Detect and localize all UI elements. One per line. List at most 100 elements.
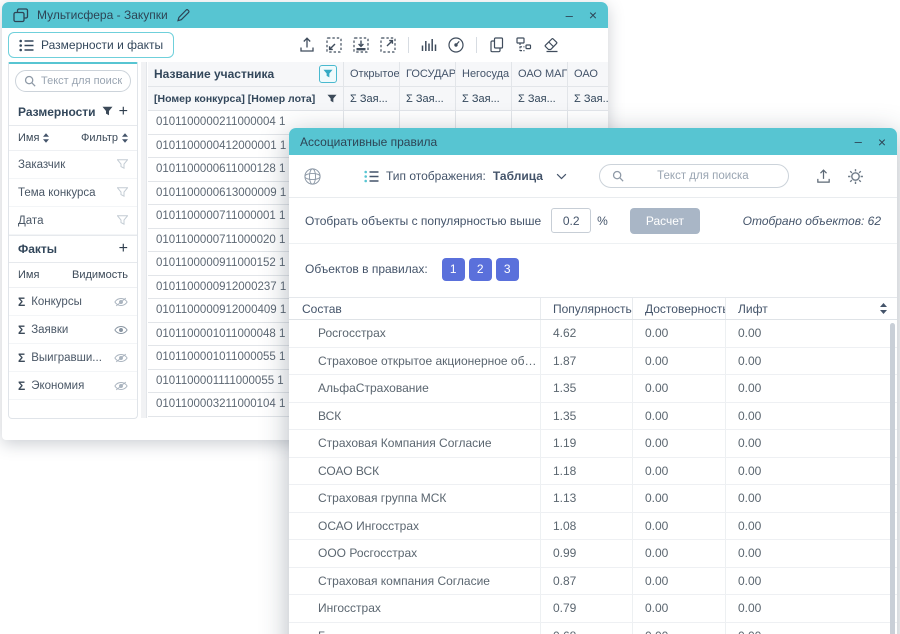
sigma-column-header[interactable]: Σ Зая...	[400, 87, 456, 111]
rules-table-row[interactable]: ОСАО Ингосстрах 1.08 0.00 0.00	[289, 513, 897, 541]
sigma-column-header[interactable]: Σ Зая...	[568, 87, 608, 111]
dialog-search-input[interactable]	[630, 170, 776, 182]
funnel-icon[interactable]	[117, 215, 128, 226]
dialog-search[interactable]	[599, 164, 789, 188]
composition-cell[interactable]: Росгосстрах	[289, 326, 540, 340]
org-column-header[interactable]: ОАО МАГ	[512, 62, 568, 87]
funnel-icon[interactable]	[117, 159, 128, 170]
dimension-row[interactable]: Дата	[9, 207, 137, 235]
hierarchy-icon[interactable]	[515, 36, 533, 54]
rule-size-button[interactable]: 2	[469, 258, 492, 281]
rule-size-button[interactable]: 3	[496, 258, 519, 281]
eye-off-icon[interactable]	[114, 353, 128, 363]
lift-cell[interactable]: 0.00	[725, 403, 897, 430]
fact-row[interactable]: Σ Выигравши...	[9, 344, 137, 372]
column-header-confidence[interactable]: Достоверность	[632, 298, 725, 319]
fact-row[interactable]: Σ Экономия	[9, 372, 137, 400]
popularity-cell[interactable]: 1.35	[540, 403, 632, 430]
popularity-cell[interactable]: 1.18	[540, 458, 632, 485]
dimension-row[interactable]: Заказчик	[9, 151, 137, 179]
lift-cell[interactable]: 0.00	[725, 513, 897, 540]
active-filter-icon[interactable]	[319, 65, 337, 83]
composition-cell[interactable]: Б...	[289, 629, 540, 634]
sidebar-search[interactable]	[15, 70, 131, 92]
rules-table-row[interactable]: ООО Росгосстрах 0.99 0.00 0.00	[289, 540, 897, 568]
popularity-cell[interactable]: 4.62	[540, 320, 632, 347]
calculate-button[interactable]: Расчет	[630, 208, 700, 234]
composition-cell[interactable]: Страховое открытое акционерное общест...	[289, 354, 540, 368]
lift-cell[interactable]: 0.00	[725, 348, 897, 375]
dialog-minimize-button[interactable]: –	[855, 135, 862, 148]
funnel-icon[interactable]	[102, 106, 113, 117]
popularity-cell[interactable]: 1.13	[540, 485, 632, 512]
sphere-icon[interactable]	[303, 167, 322, 186]
funnel-icon[interactable]	[117, 187, 128, 198]
lift-cell[interactable]: 0.00	[725, 375, 897, 402]
histogram-icon[interactable]	[420, 36, 438, 54]
dimension-row[interactable]: Тема конкурса	[9, 179, 137, 207]
funnel-icon[interactable]	[327, 94, 337, 104]
rules-table-row[interactable]: Страховое открытое акционерное общест...…	[289, 348, 897, 376]
lift-cell[interactable]: 0.00	[725, 430, 897, 457]
eraser-icon[interactable]	[542, 36, 560, 54]
composition-cell[interactable]: ОСАО Ингосстрах	[289, 519, 540, 533]
popularity-cell[interactable]: 1.19	[540, 430, 632, 457]
composition-cell[interactable]: Ингосстрах	[289, 601, 540, 615]
sigma-column-header[interactable]: Σ Зая...	[512, 87, 568, 111]
eye-off-icon[interactable]	[114, 297, 128, 307]
eye-off-icon[interactable]	[114, 381, 128, 391]
lift-cell[interactable]: 0.00	[725, 595, 897, 622]
sidebar-search-input[interactable]	[41, 75, 122, 87]
column-header-lift[interactable]: Лифт	[725, 298, 897, 319]
rule-size-button[interactable]: 1	[442, 258, 465, 281]
lift-cell[interactable]: 0.00	[725, 320, 897, 347]
rules-table-row[interactable]: ВСК 1.35 0.00 0.00	[289, 403, 897, 431]
rules-table-row[interactable]: АльфаСтрахование 1.35 0.00 0.00	[289, 375, 897, 403]
edit-pencil-icon[interactable]	[176, 8, 191, 22]
confidence-cell[interactable]: 0.00	[632, 320, 725, 347]
export-icon[interactable]	[298, 36, 316, 54]
scrollbar-thumb[interactable]	[890, 323, 895, 634]
lift-cell[interactable]: 0.00	[725, 568, 897, 595]
rules-table-row[interactable]: Ингосстрах 0.79 0.00 0.00	[289, 595, 897, 623]
close-button[interactable]: ×	[589, 8, 597, 22]
rules-table-row[interactable]: Страховая Компания Согласие 1.19 0.00 0.…	[289, 430, 897, 458]
org-column-header[interactable]: ГОСУДАР	[400, 62, 456, 87]
display-type-control[interactable]: Тип отображения: Таблица	[364, 169, 567, 183]
confidence-cell[interactable]: 0.00	[632, 458, 725, 485]
export-icon[interactable]	[815, 168, 832, 185]
row-dimension-header[interactable]: [Номер конкурса] [Номер лота]	[148, 87, 344, 111]
column-header-popularity[interactable]: Популярность	[540, 298, 632, 319]
copy-icon[interactable]	[488, 36, 506, 54]
composition-cell[interactable]: Страховая группа МСК	[289, 491, 540, 505]
popularity-threshold-input[interactable]	[551, 208, 591, 233]
participant-column-header[interactable]: Название участника	[148, 62, 344, 87]
lift-cell[interactable]: 0.00	[725, 540, 897, 567]
confidence-cell[interactable]: 0.00	[632, 375, 725, 402]
confidence-cell[interactable]: 0.00	[632, 540, 725, 567]
confidence-cell[interactable]: 0.00	[632, 403, 725, 430]
popularity-cell[interactable]: 0.68	[540, 623, 632, 634]
popularity-cell[interactable]: 1.87	[540, 348, 632, 375]
fact-row[interactable]: Σ Конкурсы	[9, 288, 137, 316]
composition-cell[interactable]: АльфаСтрахование	[289, 381, 540, 395]
rules-table-row[interactable]: СОАО ВСК 1.18 0.00 0.00	[289, 458, 897, 486]
popularity-cell[interactable]: 1.35	[540, 375, 632, 402]
column-header-sostav[interactable]: Состав	[289, 302, 540, 316]
composition-cell[interactable]: Страховая компания Согласие	[289, 574, 540, 588]
confidence-cell[interactable]: 0.00	[632, 623, 725, 634]
composition-cell[interactable]: ВСК	[289, 409, 540, 423]
rules-table-row[interactable]: Страховая группа МСК 1.13 0.00 0.00	[289, 485, 897, 513]
sigma-column-header[interactable]: Σ Зая...	[344, 87, 400, 111]
dock-bottom-icon[interactable]	[352, 36, 370, 54]
org-column-header[interactable]: Открытое	[344, 62, 400, 87]
add-fact-button[interactable]: +	[119, 240, 128, 258]
lift-cell[interactable]: 0.00	[725, 623, 897, 634]
org-column-header[interactable]: ОАО	[568, 62, 608, 87]
dimensions-facts-button[interactable]: Размерности и факты	[8, 32, 174, 58]
lift-cell[interactable]: 0.00	[725, 458, 897, 485]
gauge-icon[interactable]	[447, 36, 465, 54]
sigma-column-header[interactable]: Σ Зая...	[456, 87, 512, 111]
popularity-cell[interactable]: 0.99	[540, 540, 632, 567]
lift-cell[interactable]: 0.00	[725, 485, 897, 512]
